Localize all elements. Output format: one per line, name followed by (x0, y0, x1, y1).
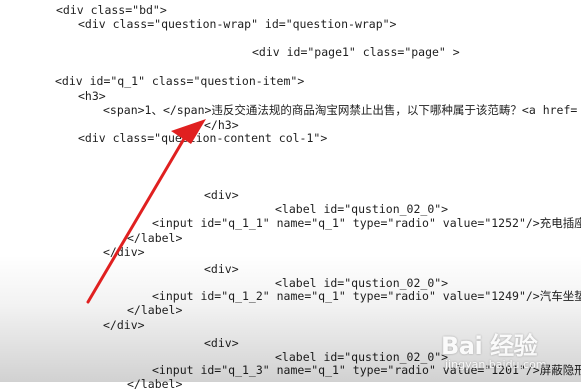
watermark-url: jingyan.baidu.com (445, 358, 547, 371)
code-line: </label> (127, 377, 183, 391)
code-line: <input id="q_1_1" name="q_1" type="radio… (152, 216, 581, 230)
code-line: <div class="bd"> (56, 3, 167, 17)
code-line: <div class="question-wrap" id="question-… (78, 17, 397, 31)
code-line: <div> (204, 262, 239, 276)
watermark-logo: Bai 经验 (441, 332, 538, 360)
code-line: <div id="q_1" class="question-item"> (55, 74, 305, 88)
code-line: <label id="qustion_02_0"> (275, 202, 449, 216)
code-line: </label> (127, 303, 183, 317)
code-line: <label id="qustion_02_0"> (275, 276, 449, 290)
code-line: <div class="question-content col-1"> (78, 131, 328, 145)
baidu-jingyan-watermark: Bai 经验 jingyan.baidu.com (433, 326, 573, 376)
code-line: <label id="qustion_02_0"> (275, 350, 449, 364)
code-line: <div> (204, 188, 239, 202)
code-view: <div class="bd"> <div class="question-wra… (0, 0, 581, 391)
code-line: <div> (204, 336, 239, 350)
code-line: <span>1、</span>违反交通法规的商品淘宝网禁止出售，以下哪种属于该范… (103, 103, 578, 117)
code-line: </label> (127, 231, 183, 245)
code-line: <div id="page1" class="page" > (252, 45, 460, 59)
code-line: <h3> (78, 89, 106, 103)
code-line: </div> (103, 245, 145, 259)
code-line: <input id="q_1_2" name="q_1" type="radio… (152, 289, 581, 303)
code-line: </div> (103, 318, 145, 332)
code-line: </h3> (204, 118, 239, 132)
